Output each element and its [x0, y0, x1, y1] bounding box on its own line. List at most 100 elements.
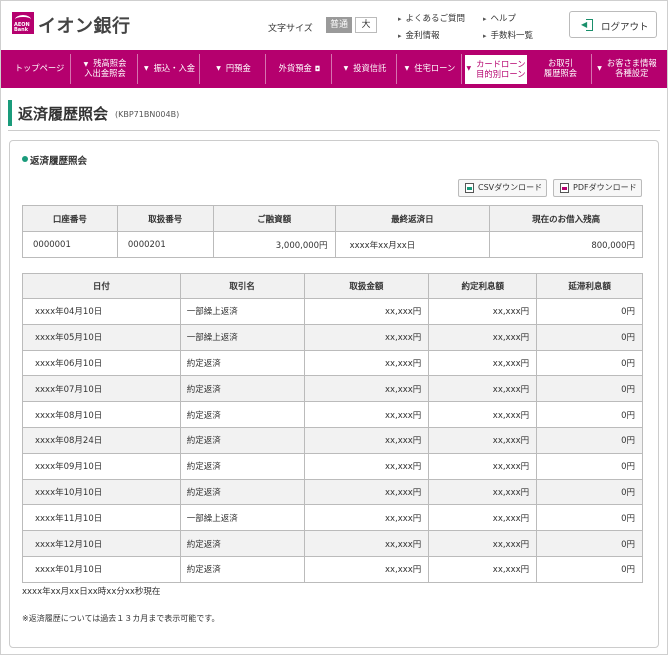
nav-item-card-loan[interactable]: ▼ カードローン 目的別ローン [465, 55, 527, 84]
title-divider [8, 130, 660, 131]
amount-cell: xx,xxx円 [303, 555, 430, 583]
account-number-cell: 0000001 [22, 231, 118, 258]
table-row: xxxx年07月10日 約定返済 xx,xxx円 xx,xxx円 0円 [22, 375, 643, 403]
faq-link[interactable]: よくあるご質問 [398, 12, 466, 24]
late-interest-cell: 0円 [536, 401, 643, 428]
transaction-name-cell: 約定返済 [179, 452, 305, 480]
contract-interest-cell: xx,xxx円 [428, 555, 538, 583]
table-row: xxxx年11月10日 一部繰上返済 xx,xxx円 xx,xxx円 0円 [22, 504, 643, 532]
late-interest-cell: 0円 [536, 426, 643, 454]
bank-logo-icon[interactable]: AEON Bank [12, 12, 34, 34]
repayment-history-table: 日付 取引名 取扱金額 約定利息額 延滞利息額 xxxx年04月10日 一部繰上返… [22, 273, 643, 583]
late-interest-cell: 0円 [536, 530, 643, 557]
fee-list-link[interactable]: 手数料一覧 [483, 29, 534, 41]
loan-amount-cell: 3,000,000円 [212, 231, 336, 258]
section-title: 返済履歴照会 [30, 156, 88, 167]
column-header: 取引名 [179, 273, 305, 299]
transaction-name-cell: 約定返済 [179, 426, 305, 454]
table-header-row: 口座番号 取扱番号 ご融資額 最終返済日 現在のお借入残高 [22, 205, 643, 232]
csv-file-icon [465, 183, 474, 193]
interest-rate-link[interactable]: 金利情報 [398, 29, 440, 41]
loan-summary-table: 口座番号 取扱番号 ご融資額 最終返済日 現在のお借入残高 0000001 00… [22, 205, 643, 258]
amount-cell: xx,xxx円 [303, 426, 430, 454]
contract-interest-cell: xx,xxx円 [428, 504, 538, 532]
date-cell: xxxx年05月10日 [22, 323, 181, 351]
date-cell: xxxx年11月10日 [22, 504, 181, 532]
contract-interest-cell: xx,xxx円 [428, 401, 538, 428]
transaction-name-cell: 約定返済 [179, 555, 305, 583]
section-bullet-icon [22, 156, 28, 162]
amount-cell: xx,xxx円 [303, 323, 430, 351]
page-title: 返済履歴照会 [18, 105, 109, 123]
column-header: 延滞利息額 [536, 273, 643, 299]
font-size-large-button[interactable]: 大 [355, 17, 377, 33]
logout-icon: ◀ [581, 19, 593, 31]
contract-interest-cell: xx,xxx円 [428, 452, 538, 480]
nav-item-balance[interactable]: ▼ 残高照会 入出金照会 [73, 54, 138, 84]
table-row: xxxx年08月24日 約定返済 xx,xxx円 xx,xxx円 0円 [22, 426, 643, 454]
nav-item-top[interactable]: トップページ [9, 54, 71, 84]
help-link[interactable]: ヘルプ [483, 12, 517, 24]
nav-item-housing-loan[interactable]: ▼ 住宅ローン [399, 54, 462, 84]
column-header: 口座番号 [22, 205, 118, 232]
amount-cell: xx,xxx円 [303, 401, 430, 428]
bank-name[interactable]: イオン銀行 [38, 12, 131, 38]
date-cell: xxxx年12月10日 [22, 530, 181, 557]
history-note: ※返済履歴については過去１３カ月まで表示可能です。 [22, 614, 220, 623]
csv-download-button[interactable]: CSVダウンロード [458, 179, 547, 197]
late-interest-cell: 0円 [536, 478, 643, 506]
amount-cell: xx,xxx円 [303, 478, 430, 506]
page-title-accent [8, 100, 12, 126]
table-row: xxxx年06月10日 約定返済 xx,xxx円 xx,xxx円 0円 [22, 349, 643, 377]
nav-item-investment-trust[interactable]: ▼ 投資信託 [334, 54, 397, 84]
nav-item-transfer[interactable]: ▼ 振込・入金 [140, 54, 200, 84]
date-cell: xxxx年10月10日 [22, 478, 181, 506]
date-cell: xxxx年09月10日 [22, 452, 181, 480]
late-interest-cell: 0円 [536, 555, 643, 583]
transaction-name-cell: 約定返済 [179, 401, 305, 428]
pdf-file-icon [560, 183, 569, 193]
date-cell: xxxx年08月10日 [22, 401, 181, 428]
transaction-name-cell: 一部繰上返済 [179, 504, 305, 532]
table-row: xxxx年01月10日 約定返済 xx,xxx円 xx,xxx円 0円 [22, 555, 643, 583]
nav-item-transaction-history[interactable]: お取引 履歴照会 [530, 54, 592, 84]
nav-item-fx-deposit[interactable]: 外貨預金 ◘ [268, 54, 332, 84]
late-interest-cell: 0円 [536, 375, 643, 403]
late-interest-cell: 0円 [536, 504, 643, 532]
late-interest-cell: 0円 [536, 452, 643, 480]
amount-cell: xx,xxx円 [303, 375, 430, 403]
table-row: xxxx年04月10日 一部繰上返済 xx,xxx円 xx,xxx円 0円 [22, 298, 643, 325]
date-cell: xxxx年07月10日 [22, 375, 181, 403]
nav-item-yen-deposit[interactable]: ▼ 円預金 [202, 54, 266, 84]
amount-cell: xx,xxx円 [303, 298, 430, 325]
table-row: xxxx年09月10日 約定返済 xx,xxx円 xx,xxx円 0円 [22, 452, 643, 480]
late-interest-cell: 0円 [536, 298, 643, 325]
column-header: ご融資額 [212, 205, 336, 232]
page-code: (KBP71BN004B) [115, 110, 180, 119]
font-size-normal-button[interactable]: 普通 [326, 17, 352, 33]
transaction-name-cell: 約定返済 [179, 530, 305, 557]
date-cell: xxxx年04月10日 [22, 298, 181, 325]
transaction-name-cell: 約定返済 [179, 375, 305, 403]
date-cell: xxxx年08月24日 [22, 426, 181, 454]
contract-interest-cell: xx,xxx円 [428, 530, 538, 557]
nav-item-customer-settings[interactable]: ▼ お客さま情報 各種設定 [594, 54, 660, 84]
contract-interest-cell: xx,xxx円 [428, 426, 538, 454]
logout-label: ログアウト [601, 22, 649, 33]
logout-button[interactable]: ◀ ログアウト [569, 11, 657, 38]
transaction-name-cell: 一部繰上返済 [179, 323, 305, 351]
column-header: 最終返済日 [334, 205, 491, 232]
column-header: 日付 [22, 273, 181, 299]
contract-interest-cell: xx,xxx円 [428, 478, 538, 506]
date-cell: xxxx年01月10日 [22, 555, 181, 583]
late-interest-cell: 0円 [536, 349, 643, 377]
font-size-label: 文字サイズ [268, 24, 313, 34]
contract-interest-cell: xx,xxx円 [428, 323, 538, 351]
amount-cell: xx,xxx円 [303, 452, 430, 480]
column-header: 約定利息額 [428, 273, 538, 299]
pdf-download-button[interactable]: PDFダウンロード [553, 179, 642, 197]
table-row: xxxx年10月10日 約定返済 xx,xxx円 xx,xxx円 0円 [22, 478, 643, 506]
transaction-name-cell: 約定返済 [179, 349, 305, 377]
date-cell: xxxx年06月10日 [22, 349, 181, 377]
handling-number-cell: 0000201 [116, 231, 214, 258]
